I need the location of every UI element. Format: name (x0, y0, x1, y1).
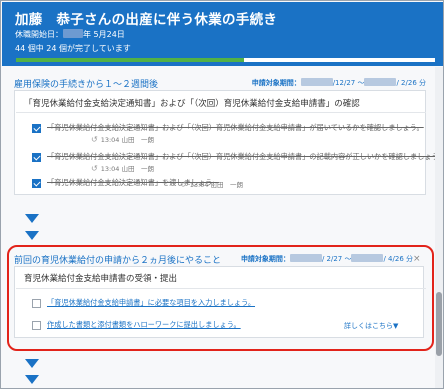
window-frame: 加藤 恭子さんの出産に伴う休業の手続き 休職開始日： 年 5月24日 44 個中 … (0, 0, 444, 389)
completion-time: 13:04 (189, 181, 209, 189)
task-checkbox[interactable] (32, 153, 41, 162)
flow-arrow-icon (25, 214, 39, 223)
task-link[interactable]: 作成した書類と添付書類をハローワークに提出しましょう。 (47, 320, 241, 330)
flow-arrow-icon (25, 231, 39, 240)
task-completion-meta: ↺ 13:04 山田 一朗 (91, 163, 154, 173)
section-header: 雇用保険の手続きから１～２週間後 申請対象期間： /12/27 ～ / 2/26 分 (14, 77, 426, 90)
task-checkbox[interactable] (32, 321, 41, 330)
card-title: 「育児休業給付金支給決定通知書」および「（次回）育児休業給付金支給申請書」の確認 (24, 99, 360, 109)
task-text: 「育児休業給付金支給決定通知書」および「（次回）育児休業給付金支給申請書」が届い… (47, 123, 424, 132)
redacted-year (289, 254, 322, 262)
task-completion-meta: ↺ 13:04 山田 一朗 (180, 179, 243, 189)
completion-user: 山田 一朗 (121, 136, 155, 144)
application-period: 申請対象期間： /12/27 ～ / 2/26 分 (252, 78, 426, 88)
task-checkbox[interactable] (32, 299, 41, 308)
completion-time: 13:04 (100, 136, 120, 144)
progress-bar-fill (16, 58, 245, 62)
details-link[interactable]: 詳しくはこちら▼ (344, 321, 398, 331)
undo-icon[interactable]: ↺ (91, 135, 98, 144)
section-header: 前回の育児休業給付の申請から２ヵ月後にやること 申請対象期間： / 2/27 ～ /… (14, 253, 426, 266)
period-start: / 2/27 ～ (321, 255, 352, 263)
flow-arrow-icon (25, 359, 39, 368)
task-item[interactable]: 「育児休業給付金支給決定通知書」および「（次回）育児休業給付金支給申請書」の記載… (32, 152, 443, 175)
section-title: 前回の育児休業給付の申請から２ヵ月後にやること (14, 256, 222, 266)
task-text: 「育児休業給付金支給決定通知書」および「（次回）育児休業給付金支給申請書」の記載… (47, 152, 444, 161)
redacted-year (300, 78, 333, 86)
period-start: /12/27 ～ (332, 79, 365, 87)
vertical-scrollbar[interactable] (435, 67, 443, 388)
divider (16, 288, 426, 289)
undo-icon[interactable]: ↺ (91, 164, 98, 173)
task-checkbox[interactable] (32, 124, 41, 133)
start-date-label: 休職開始日： (15, 30, 63, 39)
period-label: 申請対象期間： (240, 255, 290, 263)
scrollbar-thumb[interactable] (436, 292, 442, 356)
task-item[interactable]: 「育児休業給付金支給決定通知書」および「（次回）育児休業給付金支給申請書」が届い… (32, 123, 424, 146)
page-title: 加藤 恭子さんの出産に伴う休業の手続き (15, 12, 278, 28)
procedure-header: 加藤 恭子さんの出産に伴う休業の手続き 休職開始日： 年 5月24日 44 個中 … (2, 2, 443, 66)
undo-icon[interactable]: ↺ (180, 180, 187, 189)
completion-user: 山田 一朗 (210, 181, 244, 189)
progress-bar (16, 58, 435, 62)
task-completion-meta: ↺ 13:04 山田 一朗 (91, 134, 154, 144)
period-end: / 4/26 分 (383, 255, 413, 263)
completion-status: 44 個中 24 個が完了しています (15, 44, 131, 53)
divider (16, 112, 426, 113)
redacted-year (351, 254, 384, 262)
redacted-year (63, 29, 83, 38)
leave-start-date: 休職開始日： 年 5月24日 (15, 29, 125, 40)
task-item[interactable]: 「育児休業給付金支給決定通知書」を渡しましょう。 ↺ 13:04 山田 一朗 (32, 178, 422, 201)
close-icon[interactable]: × (413, 254, 421, 264)
application-period: 申請対象期間： / 2/27 ～ / 4/26 分 (241, 254, 413, 264)
section-title: 雇用保険の手続きから１～２週間後 (14, 80, 159, 90)
period-end: / 2/26 分 (396, 79, 426, 87)
start-date-value: 年 5月24日 (83, 30, 125, 39)
redacted-year (364, 78, 397, 86)
task-card: 育児休業給付金支給申請書の受領・提出 「育児休業給付金支給申請書」に必要な項目を… (14, 266, 426, 338)
card-title: 育児休業給付金支給申請書の受領・提出 (24, 274, 178, 284)
flow-arrow-icon (25, 375, 39, 384)
completion-time: 13:04 (100, 165, 120, 173)
completion-user: 山田 一朗 (121, 165, 155, 173)
period-label: 申請対象期間： (251, 79, 301, 87)
task-item[interactable]: 「育児休業給付金支給申請書」に必要な項目を入力しましょう。 (32, 298, 422, 311)
task-checkbox[interactable] (32, 179, 41, 188)
task-link[interactable]: 「育児休業給付金支給申請書」に必要な項目を入力しましょう。 (47, 298, 255, 308)
task-card: 「育児休業給付金支給決定通知書」および「（次回）育児休業給付金支給申請書」の確認… (14, 90, 443, 195)
